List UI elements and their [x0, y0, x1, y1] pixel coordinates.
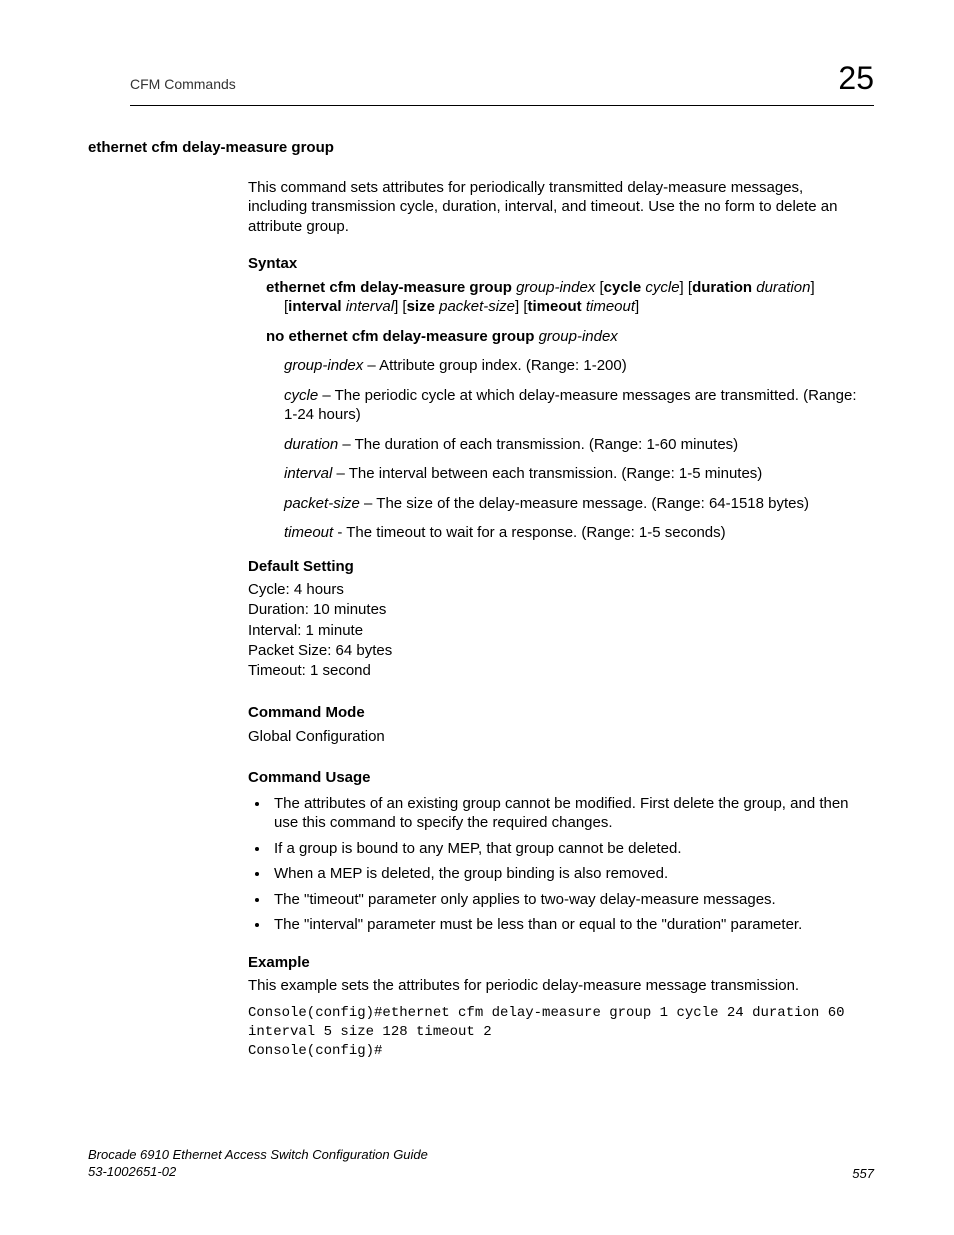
usage-item: If a group is bound to any MEP, that gro…	[270, 839, 864, 859]
param-packet-size: packet-size – The size of the delay-meas…	[284, 494, 864, 514]
syntax-text: ]	[810, 279, 814, 296]
page-footer: Brocade 6910 Ethernet Access Switch Conf…	[88, 1147, 874, 1181]
command-mode-heading: Command Mode	[248, 703, 864, 723]
default-setting-values: Cycle: 4 hours Duration: 10 minutes Inte…	[248, 580, 864, 681]
syntax-param: interval	[346, 298, 394, 315]
syntax-param: group-index	[539, 328, 618, 345]
syntax-text: ] [	[680, 279, 693, 296]
default-timeout: Timeout: 1 second	[248, 661, 864, 681]
param-timeout: timeout - The timeout to wait for a resp…	[284, 523, 864, 543]
example-heading: Example	[248, 953, 864, 973]
param-desc: – Attribute group index. (Range: 1-200)	[363, 357, 627, 374]
syntax-line-1: ethernet cfm delay-measure group group-i…	[266, 278, 864, 298]
footer-page-number: 557	[852, 1166, 874, 1181]
usage-list: The attributes of an existing group cann…	[248, 794, 864, 935]
command-title: ethernet cfm delay-measure group	[88, 138, 864, 158]
param-name: cycle	[284, 387, 318, 404]
command-usage-heading: Command Usage	[248, 768, 864, 788]
syntax-text: ] [	[394, 298, 407, 315]
syntax-heading: Syntax	[248, 254, 864, 274]
page: CFM Commands 25 ethernet cfm delay-measu…	[0, 0, 954, 1235]
default-setting-heading: Default Setting	[248, 557, 864, 577]
syntax-text: size	[407, 298, 435, 315]
param-desc: – The periodic cycle at which delay-meas…	[284, 387, 857, 424]
syntax-param: duration	[756, 279, 810, 296]
param-interval: interval – The interval between each tra…	[284, 464, 864, 484]
usage-item: The "timeout" parameter only applies to …	[270, 890, 864, 910]
syntax-param: cycle	[645, 279, 679, 296]
example-desc: This example sets the attributes for per…	[248, 976, 864, 996]
param-desc: – The interval between each transmission…	[332, 465, 762, 482]
intro-paragraph: This command sets attributes for periodi…	[248, 178, 864, 237]
no-syntax-line: no ethernet cfm delay-measure group grou…	[266, 327, 864, 347]
param-name: packet-size	[284, 495, 360, 512]
param-name: interval	[284, 465, 332, 482]
footer-doc-number: 53-1002651-02	[88, 1164, 428, 1181]
syntax-text: [	[595, 279, 603, 296]
usage-item: The attributes of an existing group cann…	[270, 794, 864, 833]
footer-book-title: Brocade 6910 Ethernet Access Switch Conf…	[88, 1147, 428, 1164]
example-code: Console(config)#ethernet cfm delay-measu…	[248, 1004, 864, 1061]
usage-item: The "interval" parameter must be less th…	[270, 915, 864, 935]
param-name: duration	[284, 436, 338, 453]
command-mode-value: Global Configuration	[248, 727, 864, 747]
syntax-text: no ethernet cfm delay-measure group	[266, 328, 539, 345]
default-duration: Duration: 10 minutes	[248, 600, 864, 620]
syntax-text: duration	[692, 279, 752, 296]
default-cycle: Cycle: 4 hours	[248, 580, 864, 600]
syntax-param: packet-size	[439, 298, 515, 315]
param-desc: – The duration of each transmission. (Ra…	[338, 436, 738, 453]
body: This command sets attributes for periodi…	[248, 178, 864, 1061]
content: ethernet cfm delay-measure group This co…	[88, 138, 864, 1060]
syntax-block: ethernet cfm delay-measure group group-i…	[266, 278, 864, 317]
chapter-number: 25	[838, 60, 874, 97]
syntax-text: ethernet cfm delay-measure group	[266, 279, 516, 296]
footer-left: Brocade 6910 Ethernet Access Switch Conf…	[88, 1147, 428, 1181]
syntax-text: ]	[635, 298, 639, 315]
default-interval: Interval: 1 minute	[248, 621, 864, 641]
syntax-text: interval	[288, 298, 341, 315]
header-section-title: CFM Commands	[130, 76, 236, 92]
param-duration: duration – The duration of each transmis…	[284, 435, 864, 455]
syntax-text: ] [	[515, 298, 528, 315]
default-packet-size: Packet Size: 64 bytes	[248, 641, 864, 661]
param-desc: – The size of the delay-measure message.…	[360, 495, 809, 512]
param-group-index: group-index – Attribute group index. (Ra…	[284, 356, 864, 376]
syntax-text: timeout	[528, 298, 582, 315]
param-desc: - The timeout to wait for a response. (R…	[333, 524, 725, 541]
syntax-text: cycle	[604, 279, 642, 296]
parameters: group-index – Attribute group index. (Ra…	[284, 356, 864, 543]
syntax-param: timeout	[586, 298, 635, 315]
usage-item: When a MEP is deleted, the group binding…	[270, 864, 864, 884]
param-cycle: cycle – The periodic cycle at which dela…	[284, 386, 864, 425]
param-name: group-index	[284, 357, 363, 374]
syntax-line-2: [interval interval] [size packet-size] […	[284, 297, 864, 317]
page-header: CFM Commands 25	[130, 60, 874, 106]
syntax-param: group-index	[516, 279, 595, 296]
param-name: timeout	[284, 524, 333, 541]
